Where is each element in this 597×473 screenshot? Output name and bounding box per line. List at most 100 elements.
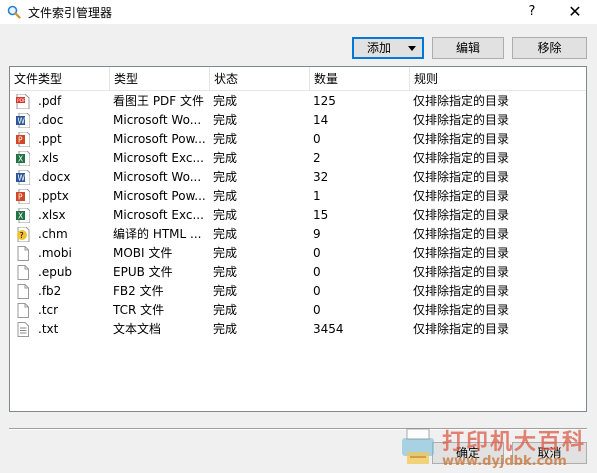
svg-text:W: W [18, 117, 26, 126]
list-item[interactable]: ? .chm 编译的 HTML ... 完成 9 仅排除指定的目录 [10, 225, 586, 244]
column-header-type[interactable]: 类型 [110, 67, 210, 91]
title-bar: 文件索引管理器 ? ✕ [0, 0, 597, 24]
file-count: 15 [313, 208, 329, 222]
svg-text:P: P [18, 193, 23, 202]
svg-text:P: P [18, 136, 23, 145]
file-type-description: 编译的 HTML ... [113, 227, 202, 241]
svg-text:X: X [18, 212, 23, 221]
add-button[interactable]: 添加 [352, 37, 424, 59]
file-extension: .tcr [38, 303, 59, 317]
powerpoint-icon: P [16, 189, 30, 204]
file-type-description: EPUB 文件 [113, 265, 173, 279]
index-status: 完成 [213, 113, 238, 127]
index-rule: 仅排除指定的目录 [413, 246, 510, 260]
file-count: 0 [313, 246, 321, 260]
list-item[interactable]: P .ppt Microsoft Pow... 完成 0 仅排除指定的目录 [10, 130, 586, 149]
file-type-description: Microsoft Wo... [113, 113, 202, 127]
svg-text:PDF: PDF [17, 98, 26, 104]
pdf-icon: PDF [16, 94, 30, 109]
excel-icon: X [16, 208, 30, 223]
index-status: 完成 [213, 189, 238, 203]
powerpoint-icon: P [16, 132, 30, 147]
list-item[interactable]: P .pptx Microsoft Pow... 完成 1 仅排除指定的目录 [10, 187, 586, 206]
file-count: 125 [313, 94, 336, 108]
list-item[interactable]: PDF .pdf 看图王 PDF 文件 完成 125 仅排除指定的目录 [10, 92, 586, 111]
index-rule: 仅排除指定的目录 [413, 151, 510, 165]
edit-button[interactable]: 编辑 [432, 37, 504, 59]
index-status: 完成 [213, 170, 238, 184]
svg-text:X: X [18, 155, 23, 164]
index-status: 完成 [213, 208, 238, 222]
list-item[interactable]: .epub EPUB 文件 完成 0 仅排除指定的目录 [10, 263, 586, 282]
file-extension: .xls [38, 151, 59, 165]
file-type-description: 看图王 PDF 文件 [113, 94, 205, 108]
file-type-description: Microsoft Pow... [113, 189, 206, 203]
index-status: 完成 [213, 132, 238, 146]
index-rule: 仅排除指定的目录 [413, 132, 510, 146]
column-header-rule[interactable]: 规则 [410, 67, 586, 91]
file-type-list[interactable]: 文件类型 类型 状态 数量 规则 PDF .pdf 看图王 PDF 文件 完成 125 仅… [9, 66, 587, 412]
file-extension: .fb2 [38, 284, 62, 298]
list-item[interactable]: .fb2 FB2 文件 完成 0 仅排除指定的目录 [10, 282, 586, 301]
text-file-icon [16, 322, 30, 337]
file-count: 0 [313, 132, 321, 146]
blank-file-icon [16, 303, 30, 318]
printer-icon [402, 428, 434, 464]
list-item[interactable]: .mobi MOBI 文件 完成 0 仅排除指定的目录 [10, 244, 586, 263]
index-rule: 仅排除指定的目录 [413, 227, 510, 241]
file-extension: .pdf [38, 94, 62, 108]
file-extension: .docx [38, 170, 71, 184]
column-header-status[interactable]: 状态 [210, 67, 310, 91]
watermark-title: 打印机大百科 [442, 430, 587, 455]
list-rows: PDF .pdf 看图王 PDF 文件 完成 125 仅排除指定的目录 W .doc Micro… [10, 92, 586, 339]
list-item[interactable]: X .xlsx Microsoft Exc... 完成 15 仅排除指定的目录 [10, 206, 586, 225]
add-button-label: 添加 [367, 41, 392, 55]
blank-file-icon [16, 265, 30, 280]
file-type-description: Microsoft Wo... [113, 170, 202, 184]
blank-file-icon [16, 246, 30, 261]
window-title: 文件索引管理器 [28, 6, 113, 20]
list-item[interactable]: W .doc Microsoft Wo... 完成 14 仅排除指定的目录 [10, 111, 586, 130]
word-icon: W [16, 113, 30, 128]
svg-text:?: ? [20, 231, 24, 240]
index-rule: 仅排除指定的目录 [413, 322, 510, 336]
list-item[interactable]: X .xls Microsoft Exc... 完成 2 仅排除指定的目录 [10, 149, 586, 168]
list-item[interactable]: .tcr TCR 文件 完成 0 仅排除指定的目录 [10, 301, 586, 320]
index-rule: 仅排除指定的目录 [413, 113, 510, 127]
list-header: 文件类型 类型 状态 数量 规则 [10, 67, 586, 91]
index-status: 完成 [213, 151, 238, 165]
search-icon [7, 5, 21, 19]
watermark-url: www.dyjdbk.com [442, 454, 567, 469]
index-status: 完成 [213, 284, 238, 298]
file-extension: .mobi [38, 246, 72, 260]
help-button[interactable]: ? [522, 0, 542, 24]
blank-file-icon [16, 284, 30, 299]
index-rule: 仅排除指定的目录 [413, 284, 510, 298]
remove-button[interactable]: 移除 [512, 37, 587, 59]
index-status: 完成 [213, 303, 238, 317]
file-type-description: FB2 文件 [113, 284, 164, 298]
list-item[interactable]: .txt 文本文档 完成 3454 仅排除指定的目录 [10, 320, 586, 339]
file-type-description: 文本文档 [113, 322, 162, 336]
file-type-description: Microsoft Pow... [113, 132, 206, 146]
close-button[interactable]: ✕ [560, 0, 590, 24]
index-rule: 仅排除指定的目录 [413, 265, 510, 279]
index-rule: 仅排除指定的目录 [413, 303, 510, 317]
svg-text:W: W [18, 174, 26, 183]
file-count: 0 [313, 284, 321, 298]
file-count: 0 [313, 303, 321, 317]
column-header-count[interactable]: 数量 [310, 67, 410, 91]
file-count: 3454 [313, 322, 344, 336]
file-type-description: Microsoft Exc... [113, 151, 204, 165]
file-extension: .epub [38, 265, 73, 279]
column-header-file-type[interactable]: 文件类型 [10, 67, 110, 91]
file-extension: .pptx [38, 189, 69, 203]
index-status: 完成 [213, 322, 238, 336]
list-item[interactable]: W .docx Microsoft Wo... 完成 32 仅排除指定的目录 [10, 168, 586, 187]
index-rule: 仅排除指定的目录 [413, 94, 510, 108]
excel-icon: X [16, 151, 30, 166]
chevron-down-icon [408, 46, 416, 51]
file-type-description: MOBI 文件 [113, 246, 173, 260]
index-status: 完成 [213, 94, 238, 108]
file-extension: .chm [38, 227, 68, 241]
